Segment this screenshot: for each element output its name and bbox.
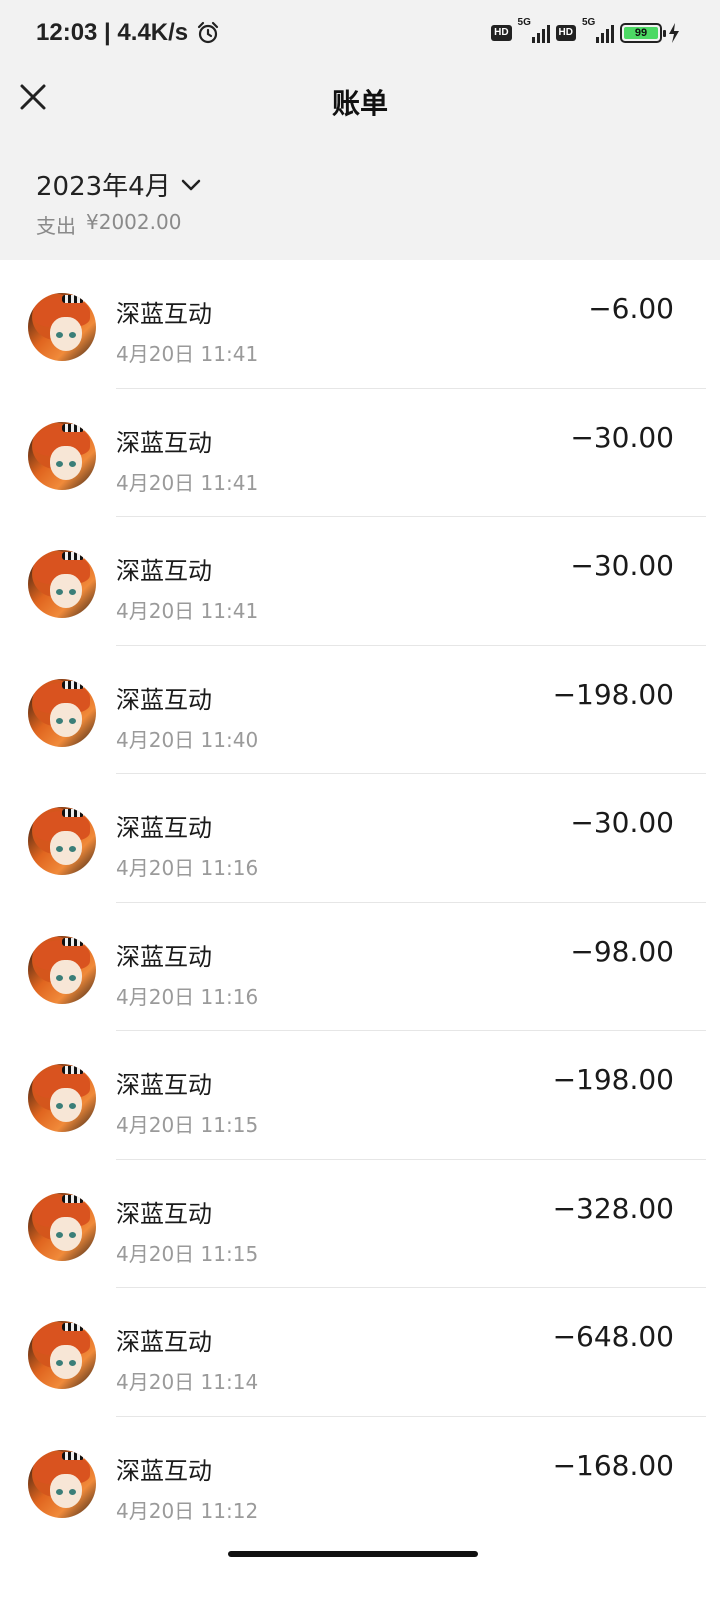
- signal-strength-icon: 5G: [582, 17, 614, 43]
- transaction-time: 4月20日 11:16: [116, 984, 259, 1009]
- merchant-avatar: [28, 550, 96, 618]
- merchant-name: 深蓝互动: [116, 300, 212, 328]
- expense-label: 支出: [36, 214, 76, 238]
- merchant-avatar: [28, 1192, 96, 1261]
- transaction-time: 4月20日 11:14: [116, 1370, 259, 1394]
- signal-strength-icon: 5G: [518, 17, 550, 43]
- status-bar: 12:03 | 4.4K/s HD 5G HD 5G 99: [0, 0, 720, 64]
- merchant-name: 深蓝互动: [116, 557, 212, 585]
- chevron-down-icon: [181, 179, 200, 190]
- transaction-time: 4月20日 11:16: [116, 856, 259, 880]
- merchant-avatar: [28, 1321, 96, 1389]
- transaction-time: 4月20日 11:15: [116, 1241, 259, 1266]
- transaction-time: 4月20日 11:12: [116, 1498, 259, 1523]
- battery-icon: 99: [620, 23, 666, 43]
- status-right: HD 5G HD 5G 99: [491, 17, 680, 48]
- merchant-name: 深蓝互动: [116, 685, 212, 714]
- transaction-amount: −198.00: [552, 1063, 674, 1096]
- transaction-amount: −30.00: [570, 806, 674, 839]
- transaction-row[interactable]: 深蓝互动 4月20日 11:41 −30.00: [0, 517, 720, 646]
- transaction-amount: −30.00: [570, 420, 674, 454]
- header: 账单: [0, 64, 720, 138]
- transaction-amount: −168.00: [552, 1448, 674, 1482]
- merchant-name: 深蓝互动: [116, 1071, 212, 1099]
- charging-bolt-icon: [669, 23, 679, 43]
- transaction-row[interactable]: 深蓝互动 4月20日 11:16 −30.00: [0, 774, 720, 903]
- merchant-name: 深蓝互动: [116, 1199, 212, 1228]
- status-time-speed: 12:03 | 4.4K/s: [36, 19, 189, 46]
- transaction-row[interactable]: 深蓝互动 4月20日 11:40 −198.00: [0, 646, 720, 774]
- transaction-row[interactable]: 深蓝互动 4月20日 11:15 −328.00: [0, 1160, 720, 1288]
- merchant-name: 深蓝互动: [116, 1328, 212, 1356]
- transaction-time: 4月20日 11:41: [116, 342, 259, 366]
- battery-level: 99: [624, 27, 658, 39]
- merchant-name: 深蓝互动: [116, 814, 212, 842]
- merchant-avatar: [28, 1449, 96, 1518]
- transaction-amount: −30.00: [570, 549, 674, 582]
- transaction-amount: −648.00: [552, 1320, 674, 1353]
- transaction-time: 4月20日 11:40: [116, 727, 259, 752]
- home-indicator[interactable]: [228, 1551, 478, 1557]
- month-label: 2023年4月: [36, 172, 171, 202]
- month-selector[interactable]: 2023年4月: [36, 166, 201, 203]
- merchant-avatar: [28, 807, 96, 875]
- transaction-row[interactable]: 深蓝互动 4月20日 11:12 −168.00: [0, 1417, 720, 1546]
- merchant-name: 深蓝互动: [116, 1456, 212, 1485]
- transaction-row[interactable]: 深蓝互动 4月20日 11:41 −30.00: [0, 389, 720, 517]
- transaction-amount: −198.00: [552, 677, 674, 711]
- expense-total: 支出 ¥2002.00: [36, 210, 181, 239]
- month-summary: 2023年4月 支出 ¥2002.00: [0, 138, 720, 260]
- transaction-row[interactable]: 深蓝互动 4月20日 11:41 −6.00: [0, 260, 720, 389]
- transaction-time: 4月20日 11:41: [116, 599, 259, 623]
- transaction-amount: −6.00: [588, 292, 674, 325]
- transaction-time: 4月20日 11:15: [116, 1113, 259, 1137]
- alarm-clock-icon: [198, 21, 219, 44]
- merchant-name: 深蓝互动: [116, 942, 212, 971]
- merchant-avatar: [28, 678, 96, 747]
- network-type-label: 5G: [582, 17, 596, 28]
- merchant-avatar: [28, 293, 96, 361]
- page-title: 账单: [331, 87, 388, 120]
- merchant-avatar: [28, 935, 96, 1004]
- hd-badge: HD: [491, 25, 512, 41]
- transaction-list: 深蓝互动 4月20日 11:41 −6.00 深蓝互动 4月20日 11:41 …: [0, 260, 720, 1545]
- merchant-avatar: [28, 421, 96, 490]
- status-left: 12:03 | 4.4K/s: [36, 16, 220, 50]
- hd-badge: HD: [555, 25, 576, 41]
- transaction-time: 4月20日 11:41: [116, 470, 259, 495]
- transaction-row[interactable]: 深蓝互动 4月20日 11:15 −198.00: [0, 1031, 720, 1160]
- transaction-amount: −98.00: [570, 934, 674, 968]
- transaction-row[interactable]: 深蓝互动 4月20日 11:14 −648.00: [0, 1288, 720, 1417]
- transaction-row[interactable]: 深蓝互动 4月20日 11:16 −98.00: [0, 903, 720, 1031]
- expense-value: ¥2002.00: [86, 210, 182, 234]
- network-type-label: 5G: [517, 17, 531, 28]
- merchant-name: 深蓝互动: [116, 428, 212, 457]
- merchant-avatar: [28, 1064, 96, 1132]
- transaction-amount: −328.00: [552, 1191, 674, 1225]
